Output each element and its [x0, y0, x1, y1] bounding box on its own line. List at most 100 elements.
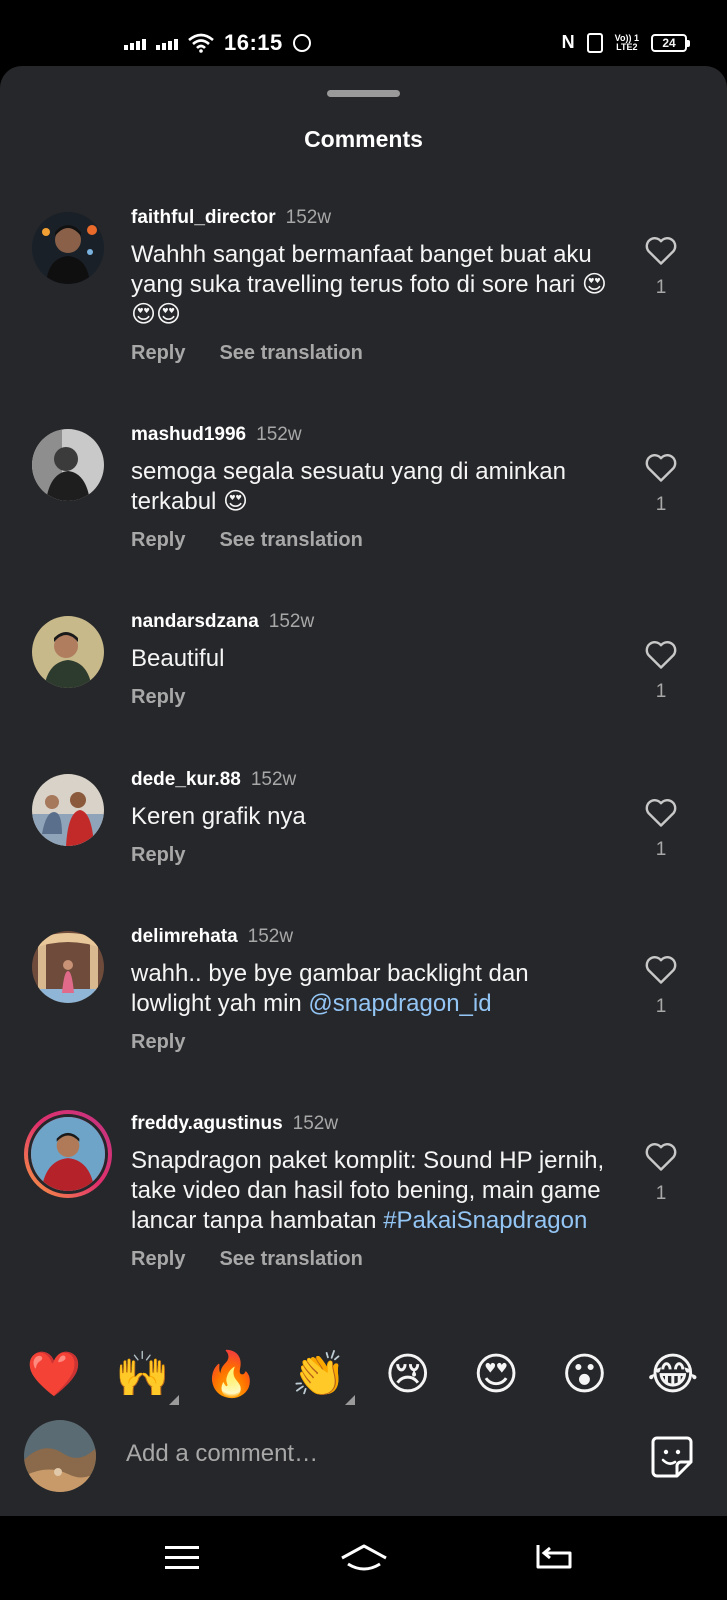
sticker-icon[interactable]: [649, 1434, 695, 1480]
like-button[interactable]: 1: [639, 234, 683, 299]
emoji-raised-hands[interactable]: 🙌: [113, 1345, 179, 1405]
status-bar: 16:15 N Vo)) 1 LTE2 24: [0, 0, 727, 66]
comment-body: delimrehata 152w wahh.. bye bye gambar ba…: [131, 925, 611, 1054]
emoji-heart[interactable]: ❤️: [24, 1345, 84, 1405]
comment-time: 152w: [292, 1113, 339, 1134]
avatar[interactable]: [32, 931, 104, 1003]
heart-icon: [645, 454, 677, 482]
mention-link[interactable]: @snapdragon_id: [308, 990, 491, 1017]
heart-icon: [645, 1143, 677, 1171]
whatsapp-icon: [292, 34, 311, 52]
avatar-photo: [31, 1117, 105, 1191]
comment-username[interactable]: dede_kur.88: [131, 769, 241, 790]
wifi-icon: [188, 33, 214, 53]
comment-text: Beautiful: [131, 645, 225, 672]
like-button[interactable]: 1: [639, 953, 683, 1018]
comment-text: Keren grafik nya: [131, 803, 306, 830]
like-count: 1: [655, 277, 667, 298]
comment-time: 152w: [247, 926, 294, 947]
add-comment-input[interactable]: Add a comment…: [126, 1440, 606, 1468]
comment-body: dede_kur.88 152w Keren grafik nya Reply: [131, 768, 611, 867]
heart-icon: [645, 641, 677, 669]
vibrate-icon: [586, 32, 603, 53]
emoji-quick-bar: ❤️ 🙌 🔥 👏 😢 😍 😮 😂: [0, 1330, 727, 1420]
system-nav-bar: [0, 1516, 727, 1600]
avatar-with-story-ring[interactable]: [24, 1110, 112, 1198]
own-avatar: [24, 1420, 96, 1492]
avatar-photo: [32, 429, 104, 501]
see-translation-button[interactable]: See translation: [219, 529, 362, 552]
like-button[interactable]: 1: [639, 1140, 683, 1205]
comment-username[interactable]: delimrehata: [131, 926, 238, 947]
home-icon: [341, 1544, 387, 1571]
emoji-laughing[interactable]: 😂: [643, 1345, 703, 1405]
reply-button[interactable]: Reply: [131, 1031, 185, 1054]
avatar[interactable]: [32, 212, 104, 284]
hashtag-link[interactable]: #PakaiSnapdragon: [383, 1207, 587, 1234]
reply-button[interactable]: Reply: [131, 844, 185, 867]
like-count: 1: [655, 1183, 667, 1204]
like-count: 1: [655, 839, 667, 860]
emoji-surprised[interactable]: 😮: [554, 1345, 614, 1405]
avatar-photo: [32, 774, 104, 846]
drag-handle[interactable]: [327, 90, 400, 97]
comment-username[interactable]: faithful_director: [131, 207, 276, 228]
menu-icon: [165, 1546, 199, 1569]
like-button[interactable]: 1: [639, 796, 683, 861]
reply-button[interactable]: Reply: [131, 1248, 185, 1271]
signal-icon-2: [156, 36, 178, 50]
comment-body: freddy.agustinus 152w Snapdragon paket ko…: [131, 1112, 611, 1271]
comment-body: nandarsdzana 152w Beautiful Reply: [131, 610, 611, 709]
comments-sheet: Comments faithful_director 152w Wahhh san…: [0, 66, 727, 1516]
avatar-photo: [32, 616, 104, 688]
avatar[interactable]: [32, 429, 104, 501]
comment-username[interactable]: mashud1996: [131, 424, 246, 445]
comment-text: Wahhh sangat bermanfaat banget buat aku …: [131, 241, 607, 328]
comment-body: faithful_director 152w Wahhh sangat berma…: [131, 206, 611, 365]
comment-text: wahh.. bye bye gambar backlight dan lowl…: [131, 960, 529, 1017]
heart-icon: [645, 956, 677, 984]
comment-time: 152w: [268, 611, 315, 632]
see-translation-button[interactable]: See translation: [219, 342, 362, 365]
comment-composer: Add a comment…: [0, 1420, 727, 1512]
comment-time: 152w: [250, 769, 297, 790]
back-button[interactable]: [524, 1538, 584, 1578]
like-count: 1: [655, 494, 667, 515]
clock: 16:15: [224, 30, 283, 55]
comment-username[interactable]: freddy.agustinus: [131, 1113, 283, 1134]
reply-button[interactable]: Reply: [131, 686, 185, 709]
comment-time: 152w: [256, 424, 302, 445]
reply-button[interactable]: Reply: [131, 342, 185, 365]
status-left: 16:15: [124, 30, 311, 56]
avatar[interactable]: [32, 774, 104, 846]
menu-button[interactable]: [152, 1538, 212, 1578]
home-button[interactable]: [334, 1538, 394, 1578]
comment-body: mashud1996 152w semoga segala sesuatu yan…: [131, 423, 611, 552]
nfc-icon: N: [561, 32, 575, 52]
comment-username[interactable]: nandarsdzana: [131, 611, 259, 632]
comment-text: semoga segala sesuatu yang di aminkan te…: [131, 458, 566, 515]
emoji-fire[interactable]: 🔥: [201, 1345, 261, 1405]
heart-icon: [645, 799, 677, 827]
avatar-photo: [32, 931, 104, 1003]
avatar-photo: [24, 1420, 96, 1492]
like-button[interactable]: 1: [639, 451, 683, 516]
avatar[interactable]: [32, 616, 104, 688]
like-button[interactable]: 1: [639, 638, 683, 703]
status-right: N Vo)) 1 LTE2 24: [561, 32, 690, 53]
emoji-heart-eyes[interactable]: 😍: [466, 1345, 526, 1405]
emoji-crying[interactable]: 😢: [378, 1345, 438, 1405]
signal-icon-1: [124, 36, 146, 50]
sheet-title: Comments: [304, 126, 423, 152]
like-count: 1: [655, 996, 667, 1017]
comment-text: Snapdragon paket komplit: Sound HP jerni…: [131, 1147, 605, 1234]
reply-button[interactable]: Reply: [131, 529, 185, 552]
lte-indicator: Vo)) 1 LTE2: [614, 32, 639, 52]
avatar-photo: [32, 212, 104, 284]
like-count: 1: [655, 681, 667, 702]
heart-icon: [645, 237, 677, 265]
battery-icon: 24: [651, 33, 690, 52]
emoji-clap[interactable]: 👏: [289, 1345, 356, 1405]
back-icon: [536, 1545, 572, 1569]
see-translation-button[interactable]: See translation: [219, 1248, 362, 1271]
